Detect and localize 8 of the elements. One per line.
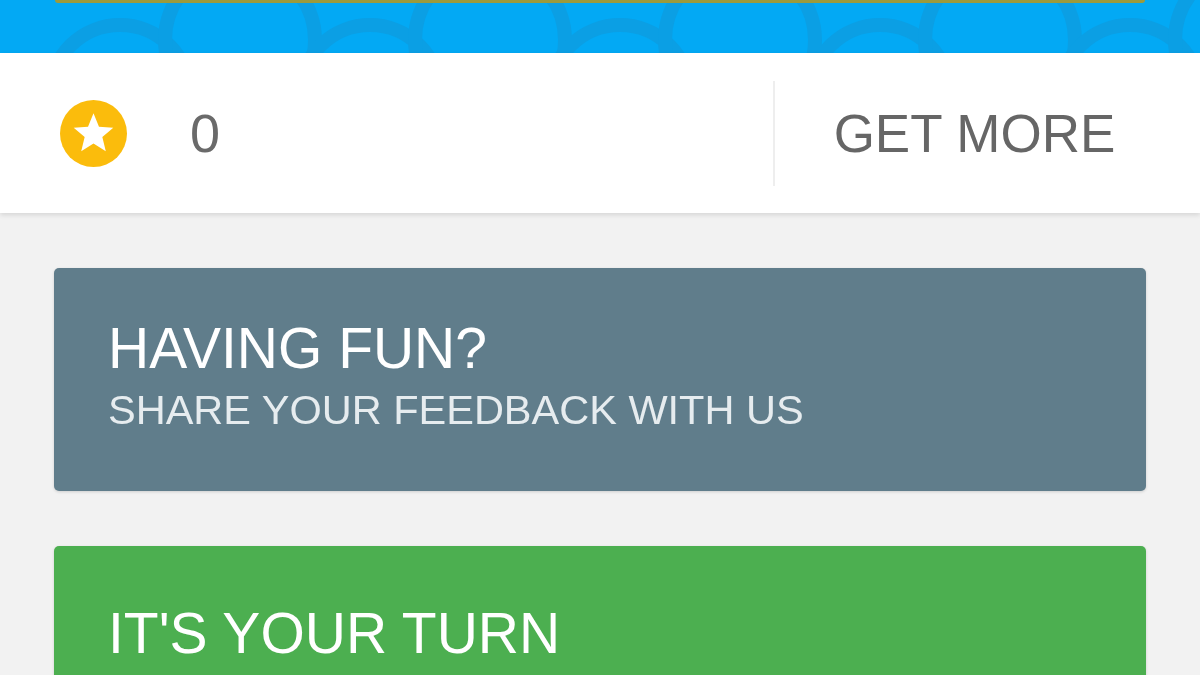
- get-more-button[interactable]: GET MORE: [775, 53, 1200, 213]
- feedback-card[interactable]: HAVING FUN? SHARE YOUR FEEDBACK WITH US: [54, 268, 1146, 492]
- card-subtitle: SHARE YOUR FEEDBACK WITH US: [108, 385, 804, 436]
- star-coin-icon: [60, 99, 127, 167]
- coin-count: 0: [190, 106, 221, 160]
- card-title: HAVING FUN?: [108, 315, 487, 382]
- turn-card[interactable]: IT'S YOUR TURN: [54, 546, 1146, 675]
- card-title: IT'S YOUR TURN: [108, 600, 561, 668]
